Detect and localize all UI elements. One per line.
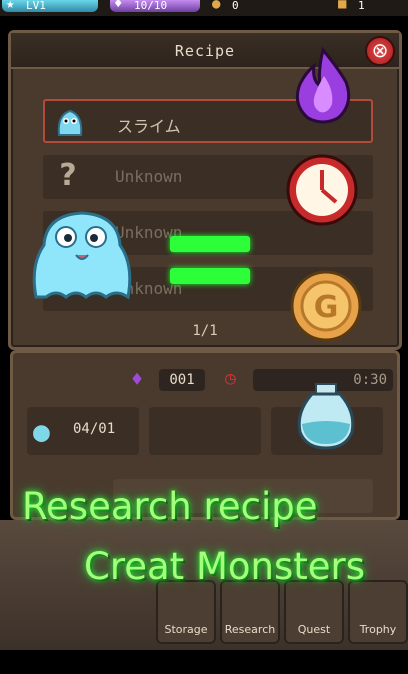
recipe-label: Unknown: [115, 167, 183, 186]
svg-text:G: G: [314, 290, 339, 325]
mana-badge: ♦ 10/10: [110, 0, 200, 12]
potion-large-icon: [297, 383, 355, 450]
nav-research-label: Research: [224, 623, 276, 636]
status-bar: ★ LV1 ♦ 10/10 ● 0 ■ 1: [0, 0, 408, 16]
trophy-value: 1: [358, 0, 365, 12]
clock-small-icon: ◷: [225, 368, 236, 389]
nav-trophy-label: Trophy: [359, 623, 397, 636]
gold-coin-large-icon: G: [290, 270, 362, 342]
star-icon: ★: [6, 0, 15, 12]
bottom-bar: [0, 650, 408, 674]
trophy-badge: ■ 1: [334, 0, 394, 12]
equals-bar-top: [170, 236, 250, 252]
level-value: LV1: [26, 0, 46, 12]
purple-flame-icon: [295, 46, 351, 124]
promo-line-2: Creat Monsters: [84, 545, 365, 588]
gold-value: 0: [232, 0, 239, 12]
nav-trophy-button[interactable]: Trophy: [348, 580, 408, 644]
potion-icon: ●: [33, 415, 50, 448]
nav-quest-button[interactable]: Quest: [284, 580, 344, 644]
question-icon: ?: [59, 158, 77, 193]
nav-research-button[interactable]: Research: [220, 580, 280, 644]
trophy-icon: ■: [338, 0, 347, 12]
slime-large-icon: [32, 211, 132, 300]
flame-icon: ♦: [131, 367, 144, 391]
slime-icon: [53, 105, 87, 139]
gold-badge: ● 0: [208, 0, 268, 12]
flame-icon: ♦: [114, 0, 123, 12]
ingredient-slot[interactable]: [149, 407, 261, 455]
mana-cost-value: 001: [159, 369, 205, 391]
recipe-label: スライム: [117, 117, 181, 136]
gold-coin-icon: ●: [212, 0, 221, 12]
nav-quest-label: Quest: [297, 623, 331, 636]
potion-count: 04/01: [73, 421, 116, 437]
mana-cost: ♦ 001: [129, 367, 209, 391]
close-button[interactable]: ⊗: [365, 36, 395, 66]
clock-icon: [286, 154, 358, 226]
equals-bar-bottom: [170, 268, 250, 284]
nav-storage-label: Storage: [164, 623, 208, 636]
ingredient-slot[interactable]: ● 04/01: [27, 407, 139, 455]
nav-storage-button[interactable]: Storage: [156, 580, 216, 644]
mana-value: 10/10: [134, 0, 168, 12]
level-badge: ★ LV1: [2, 0, 98, 12]
promo-line-1: Research recipe: [22, 485, 318, 528]
